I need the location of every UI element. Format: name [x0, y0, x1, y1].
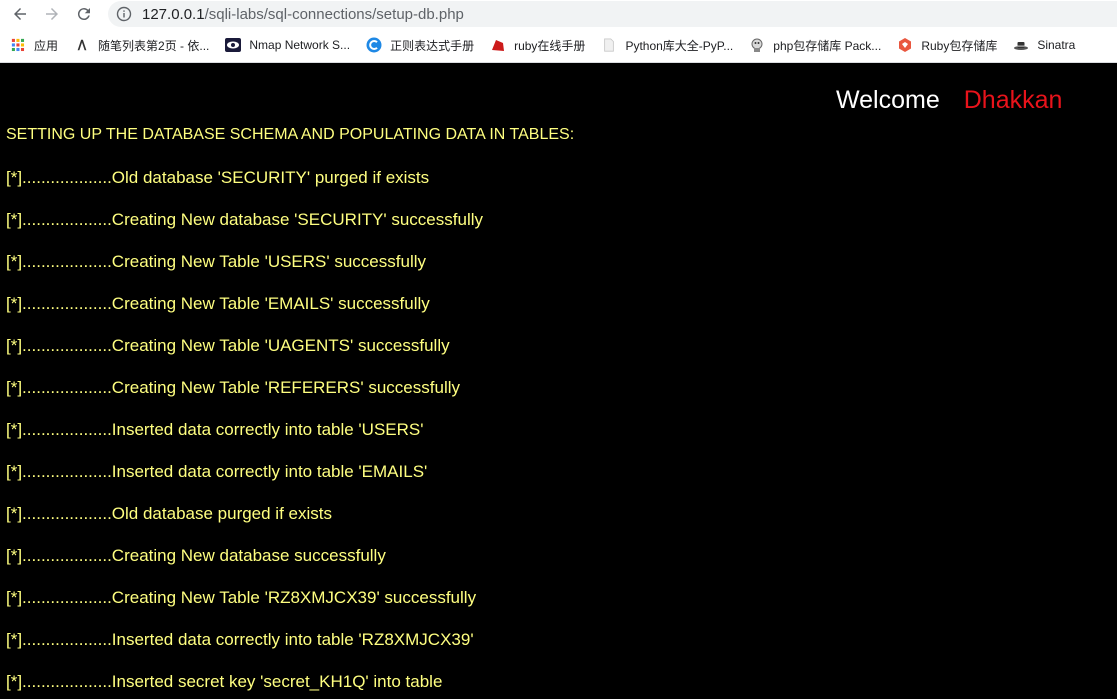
log-line: [*]...................Inserted secret ke…: [6, 672, 443, 691]
bookmark-label: 应用: [34, 38, 59, 53]
bookmark-regex[interactable]: 正则表达式手册: [356, 31, 480, 59]
log-line: [*]...................Creating New datab…: [6, 210, 483, 229]
reload-icon: [77, 8, 90, 21]
user-name: Dhakkan: [963, 86, 1063, 114]
back-button[interactable]: [8, 2, 32, 26]
url-text: 127.0.0.1/sqli-labs/sql-connections/setu…: [142, 6, 464, 23]
bookmark-python[interactable]: Python库大全-PyP...: [591, 31, 739, 59]
log-line: [*]...................Creating New Table…: [6, 588, 477, 607]
setup-log: [*]...................Old database 'SECU…: [6, 168, 483, 699]
log-line: [*]...................Creating New Table…: [6, 294, 430, 313]
bookmark-nmap[interactable]: Nmap Network S...: [215, 31, 356, 59]
composer-icon: [749, 37, 765, 53]
log-line: [*]...................Old database 'SECU…: [6, 168, 430, 187]
url-host: 127.0.0.1: [142, 5, 205, 23]
bookmark-rubygems[interactable]: Ruby包存储库: [887, 31, 1003, 59]
log-line: [*]...................Inserted data corr…: [6, 462, 428, 481]
log-line: [*]...................Old database purge…: [6, 504, 332, 523]
bookmark-blog[interactable]: 随笔列表第2页 - 依...: [64, 31, 215, 59]
bookmark-apps[interactable]: 应用: [0, 31, 64, 59]
log-line: [*]...................Inserted data corr…: [6, 420, 424, 439]
page-content: Welcome Dhakkan SETTING UP THE DATABASE S…: [0, 64, 1117, 699]
ruby-gem-icon: [490, 37, 506, 53]
bookmark-sinatra[interactable]: Sinatra: [1003, 31, 1081, 59]
bookmark-php[interactable]: php包存储库 Pack...: [739, 31, 887, 59]
bookmark-label: Ruby包存储库: [921, 38, 998, 53]
bookmark-label: 正则表达式手册: [390, 38, 475, 53]
log-line: [*]...................Creating New datab…: [6, 546, 386, 565]
welcome-text: Welcome: [836, 86, 940, 114]
forward-button[interactable]: [40, 2, 64, 26]
address-bar[interactable]: 127.0.0.1/sqli-labs/sql-connections/setu…: [108, 1, 1117, 27]
page-icon: [601, 37, 617, 53]
bookmark-label: Python库大全-PyP...: [625, 38, 734, 53]
arrow-left-icon: [14, 8, 26, 20]
nmap-eye-icon: [225, 37, 242, 53]
reload-button[interactable]: [72, 2, 96, 26]
welcome-banner: Welcome Dhakkan: [836, 86, 1062, 115]
bookmarks-bar: 应用 随笔列表第2页 - 依... Nmap Network S... 正则表达…: [0, 28, 1117, 63]
apps-grid-icon: [10, 37, 26, 53]
log-line: [*]...................Creating New Table…: [6, 378, 460, 397]
url-path: /sqli-labs/sql-connections/setup-db.php: [204, 5, 464, 23]
regex-c-icon: [366, 37, 382, 53]
rubygems-icon: [897, 37, 913, 53]
browser-toolbar: 127.0.0.1/sqli-labs/sql-connections/setu…: [0, 0, 1117, 28]
arrow-right-icon: [46, 8, 58, 20]
page-heading: SETTING UP THE DATABASE SCHEMA AND POPUL…: [6, 126, 575, 143]
info-icon: [116, 6, 132, 22]
log-line: [*]...................Creating New Table…: [6, 336, 450, 355]
log-line: [*]...................Creating New Table…: [6, 252, 426, 271]
bookmark-ruby-manual[interactable]: ruby在线手册: [480, 31, 591, 59]
bookmark-label: php包存储库 Pack...: [773, 38, 882, 53]
bookmark-label: Nmap Network S...: [249, 38, 351, 52]
bookmark-label: 随笔列表第2页 - 依...: [98, 38, 210, 53]
bookmark-label: Sinatra: [1037, 38, 1076, 52]
log-line: [*]...................Inserted data corr…: [6, 630, 474, 649]
bookmark-label: ruby在线手册: [514, 38, 586, 53]
blog-icon: [74, 37, 90, 53]
sinatra-hat-icon: [1013, 37, 1029, 53]
